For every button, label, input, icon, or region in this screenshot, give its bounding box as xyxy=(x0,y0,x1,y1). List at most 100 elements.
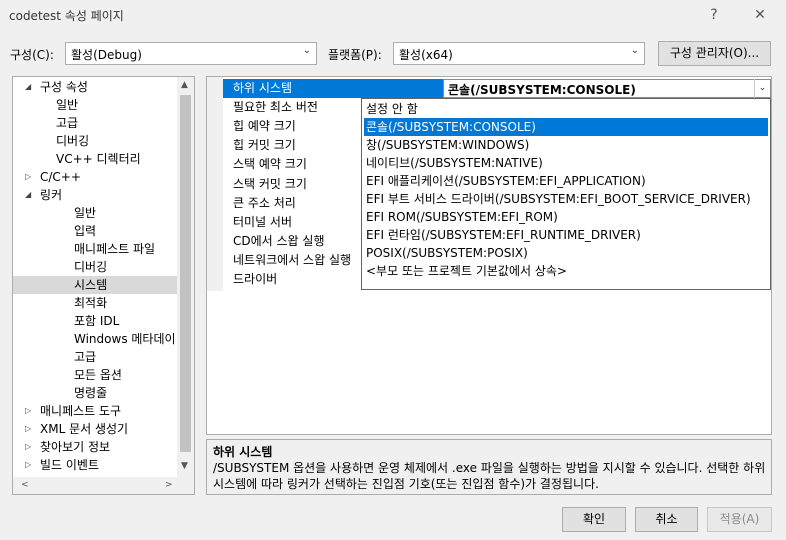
dropdown-option[interactable]: EFI ROM(/SUBSYSTEM:EFI_ROM) xyxy=(364,208,768,226)
tree-item[interactable]: 고급 xyxy=(13,114,178,132)
tree-item[interactable]: 입력 xyxy=(13,222,178,240)
tree-item-label: 디버깅 xyxy=(56,134,90,148)
property-row-label[interactable]: 큰 주소 처리 xyxy=(233,194,296,213)
property-row-label[interactable]: 힙 예약 크기 xyxy=(233,117,296,136)
property-row-label[interactable]: 드라이버 xyxy=(233,270,277,289)
tree-item-label: 구성 속성 xyxy=(40,80,88,94)
tree-item[interactable]: VC++ 디렉터리 xyxy=(13,150,178,168)
apply-button[interactable]: 적용(A) xyxy=(707,507,772,532)
dropdown-option[interactable]: POSIX(/SUBSYSTEM:POSIX) xyxy=(364,244,768,262)
tree-item[interactable]: ▷ XML 문서 생성기 xyxy=(13,420,178,438)
collapsed-arrow-icon[interactable]: ▷ xyxy=(25,438,35,456)
chevron-down-icon[interactable]: ⌄ xyxy=(754,79,770,98)
property-row-label[interactable]: 스택 커밋 크기 xyxy=(233,175,307,194)
collapsed-arrow-icon[interactable]: ▷ xyxy=(25,168,35,186)
tree-item-label: 포함 IDL xyxy=(74,314,120,328)
dropdown-option[interactable]: 창(/SUBSYSTEM:WINDOWS) xyxy=(364,136,768,154)
tree-item-label: 일반 xyxy=(74,206,97,220)
cancel-button[interactable]: 취소 xyxy=(635,507,698,532)
tree-item[interactable]: 디버깅 xyxy=(13,132,178,150)
config-combo[interactable]: 활성(Debug) ⌄ xyxy=(65,42,317,65)
expanded-arrow-icon[interactable]: ◢ xyxy=(25,186,35,204)
collapsed-arrow-icon[interactable]: ▷ xyxy=(25,402,35,420)
tree-item[interactable]: 디버깅 xyxy=(13,258,178,276)
tree-item-label: 링커 xyxy=(40,188,63,202)
tree-item-label: Windows 메타데이 xyxy=(74,332,176,346)
ok-button[interactable]: 확인 xyxy=(562,507,626,532)
tree-item[interactable]: Windows 메타데이 xyxy=(13,330,178,348)
tree-item[interactable]: 명령줄 xyxy=(13,384,178,402)
tree-item-label: C/C++ xyxy=(40,170,81,184)
property-tree[interactable]: ◢ 구성 속성 일반 고급 디버깅 VC++ 디렉터리 ▷ C/C++ ◢ 링커 일반 입력 매니페스트… xyxy=(12,76,195,495)
description-panel: 하위 시스템 /SUBSYSTEM 옵션을 사용하면 운영 체제에서 .exe … xyxy=(206,439,772,495)
expanded-arrow-icon[interactable]: ◢ xyxy=(25,78,35,96)
tree-item-label: 빌드 이벤트 xyxy=(40,458,100,472)
config-value: 활성(Debug) xyxy=(71,48,142,62)
dropdown-option[interactable]: EFI 런타임(/SUBSYSTEM:EFI_RUNTIME_DRIVER) xyxy=(364,226,768,244)
help-button[interactable]: ? xyxy=(703,4,725,26)
description-title: 하위 시스템 xyxy=(213,445,273,459)
tree-item-label: 시스템 xyxy=(74,278,108,292)
scroll-right-icon[interactable]: > xyxy=(165,480,173,490)
chevron-down-icon: ⌄ xyxy=(630,45,639,56)
dropdown-option[interactable]: <부모 또는 프로젝트 기본값에서 상속> xyxy=(364,262,768,280)
chevron-down-icon: ⌄ xyxy=(302,45,311,56)
config-manager-button[interactable]: 구성 관리자(O)... xyxy=(658,41,771,66)
tree-item[interactable]: 포함 IDL xyxy=(13,312,178,330)
tree-item[interactable]: ◢ 구성 속성 xyxy=(13,78,178,96)
tree-item[interactable]: ▷ 매니페스트 도구 xyxy=(13,402,178,420)
scroll-up-icon[interactable]: ▲ xyxy=(181,80,188,90)
grid-gutter xyxy=(207,77,223,291)
collapsed-arrow-icon[interactable]: ▷ xyxy=(25,420,35,438)
property-row-label[interactable]: CD에서 스왑 실행 xyxy=(233,232,325,251)
tree-item[interactable]: 일반 xyxy=(13,204,178,222)
property-row-label[interactable]: 터미널 서버 xyxy=(233,213,292,232)
subsystem-value-combo[interactable]: 콘솔(/SUBSYSTEM:CONSOLE) ⌄ xyxy=(443,79,771,98)
collapsed-arrow-icon[interactable]: ▷ xyxy=(25,456,35,474)
tree-item-label: 최적화 xyxy=(74,296,108,310)
tree-item[interactable]: 최적화 xyxy=(13,294,178,312)
tree-item-label: VC++ 디렉터리 xyxy=(56,152,141,166)
tree-item-label: 입력 xyxy=(74,224,97,238)
tree-item[interactable]: ◢ 링커 xyxy=(13,186,178,204)
window-title: codetest 속성 페이지 xyxy=(9,9,124,23)
subsystem-dropdown[interactable]: 설정 안 함 콘솔(/SUBSYSTEM:CONSOLE) 창(/SUBSYSTEM… xyxy=(361,98,771,290)
tree-item[interactable]: ▷ 빌드 이벤트 xyxy=(13,456,178,474)
platform-label: 플랫폼(P): xyxy=(328,48,382,62)
scroll-down-icon[interactable]: ▼ xyxy=(181,461,188,471)
description-text: /SUBSYSTEM 옵션을 사용하면 운영 체제에서 .exe 파일을 실행하… xyxy=(213,461,766,491)
tree-vertical-scrollbar[interactable]: ▲ ▼ xyxy=(177,77,194,477)
dropdown-option[interactable]: EFI 부트 서비스 드라이버(/SUBSYSTEM:EFI_BOOT_SERV… xyxy=(364,190,768,208)
property-row-label[interactable]: 스택 예약 크기 xyxy=(233,155,307,174)
tree-item-label: 일반 xyxy=(56,98,79,112)
tree-item-label: 매니페스트 파일 xyxy=(74,242,156,256)
tree-item[interactable]: 일반 xyxy=(13,96,178,114)
property-row-label[interactable]: 네트워크에서 스왑 실행 xyxy=(233,251,351,270)
tree-item[interactable]: 고급 xyxy=(13,348,178,366)
config-label: 구성(C): xyxy=(10,48,54,62)
close-button[interactable]: ✕ xyxy=(749,4,771,26)
tree-item-label: XML 문서 생성기 xyxy=(40,422,129,436)
tree-item[interactable]: 모든 옵션 xyxy=(13,366,178,384)
tree-item[interactable]: ▷ 찾아보기 정보 xyxy=(13,438,178,456)
tree-horizontal-scrollbar[interactable]: < > xyxy=(13,477,194,494)
tree-item-label: 디버깅 xyxy=(74,260,108,274)
dropdown-option[interactable]: 콘솔(/SUBSYSTEM:CONSOLE) xyxy=(364,118,768,136)
dropdown-option[interactable]: 네이티브(/SUBSYSTEM:NATIVE) xyxy=(364,154,768,172)
tree-item[interactable]: 매니페스트 파일 xyxy=(13,240,178,258)
tree-item-label: 매니페스트 도구 xyxy=(40,404,122,418)
subsystem-value: 콘솔(/SUBSYSTEM:CONSOLE) xyxy=(448,83,636,97)
tree-item[interactable]: ▷ C/C++ xyxy=(13,168,178,186)
property-row-label[interactable]: 힙 커밋 크기 xyxy=(233,136,296,155)
dropdown-option[interactable]: EFI 애플리케이션(/SUBSYSTEM:EFI_APPLICATION) xyxy=(364,172,768,190)
property-row-label[interactable]: 하위 시스템 xyxy=(233,79,292,98)
property-row-label[interactable]: 필요한 최소 버전 xyxy=(233,98,318,117)
scroll-thumb[interactable] xyxy=(180,95,191,452)
platform-combo[interactable]: 활성(x64) ⌄ xyxy=(393,42,645,65)
scroll-left-icon[interactable]: < xyxy=(21,480,29,490)
tree-item[interactable]: 시스템 xyxy=(13,276,178,294)
tree-item-label: 고급 xyxy=(74,350,97,364)
title-bar: codetest 속성 페이지 ? ✕ xyxy=(0,0,786,30)
dropdown-option[interactable]: 설정 안 함 xyxy=(364,100,768,118)
tree-item-label: 모든 옵션 xyxy=(74,368,122,382)
